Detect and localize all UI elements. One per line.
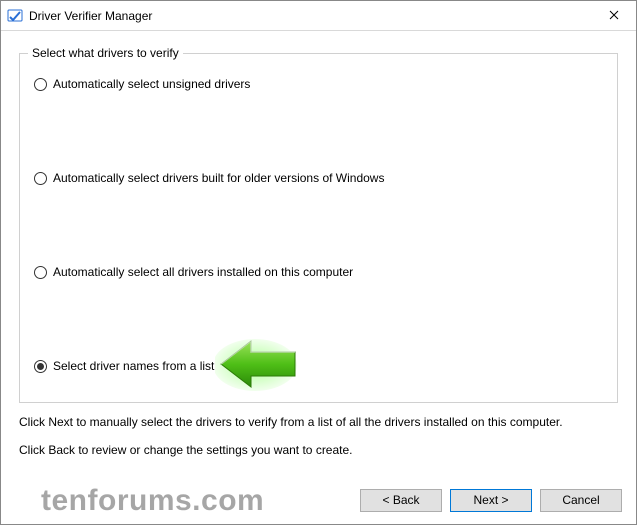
close-icon [609, 9, 619, 23]
back-button[interactable]: < Back [360, 489, 442, 512]
group-legend: Select what drivers to verify [28, 46, 183, 60]
radio-unsigned-drivers[interactable]: Automatically select unsigned drivers [34, 76, 603, 92]
radio-label: Select driver names from a list [53, 358, 214, 374]
next-button[interactable]: Next > [450, 489, 532, 512]
radio-select-from-list[interactable]: Select driver names from a list [34, 358, 603, 374]
hint-text-1: Click Next to manually select the driver… [19, 415, 618, 429]
drivers-to-verify-group: Select what drivers to verify Automatica… [19, 53, 618, 403]
wizard-button-row: < Back Next > Cancel [1, 476, 636, 524]
radio-icon [34, 266, 47, 279]
hint-text-2: Click Back to review or change the setti… [19, 443, 618, 457]
radio-icon [34, 172, 47, 185]
close-button[interactable] [591, 1, 636, 31]
radio-all-installed-drivers[interactable]: Automatically select all drivers install… [34, 264, 603, 280]
radio-older-windows-drivers[interactable]: Automatically select drivers built for o… [34, 170, 603, 186]
radio-icon [34, 78, 47, 91]
verifier-app-icon [7, 8, 23, 24]
radio-icon [34, 360, 47, 373]
dialog-content: Select what drivers to verify Automatica… [1, 31, 636, 476]
radio-label: Automatically select unsigned drivers [53, 76, 250, 92]
radio-label: Automatically select all drivers install… [53, 264, 353, 280]
window-title: Driver Verifier Manager [29, 9, 591, 23]
titlebar: Driver Verifier Manager [1, 1, 636, 31]
radio-label: Automatically select drivers built for o… [53, 170, 384, 186]
cancel-button[interactable]: Cancel [540, 489, 622, 512]
